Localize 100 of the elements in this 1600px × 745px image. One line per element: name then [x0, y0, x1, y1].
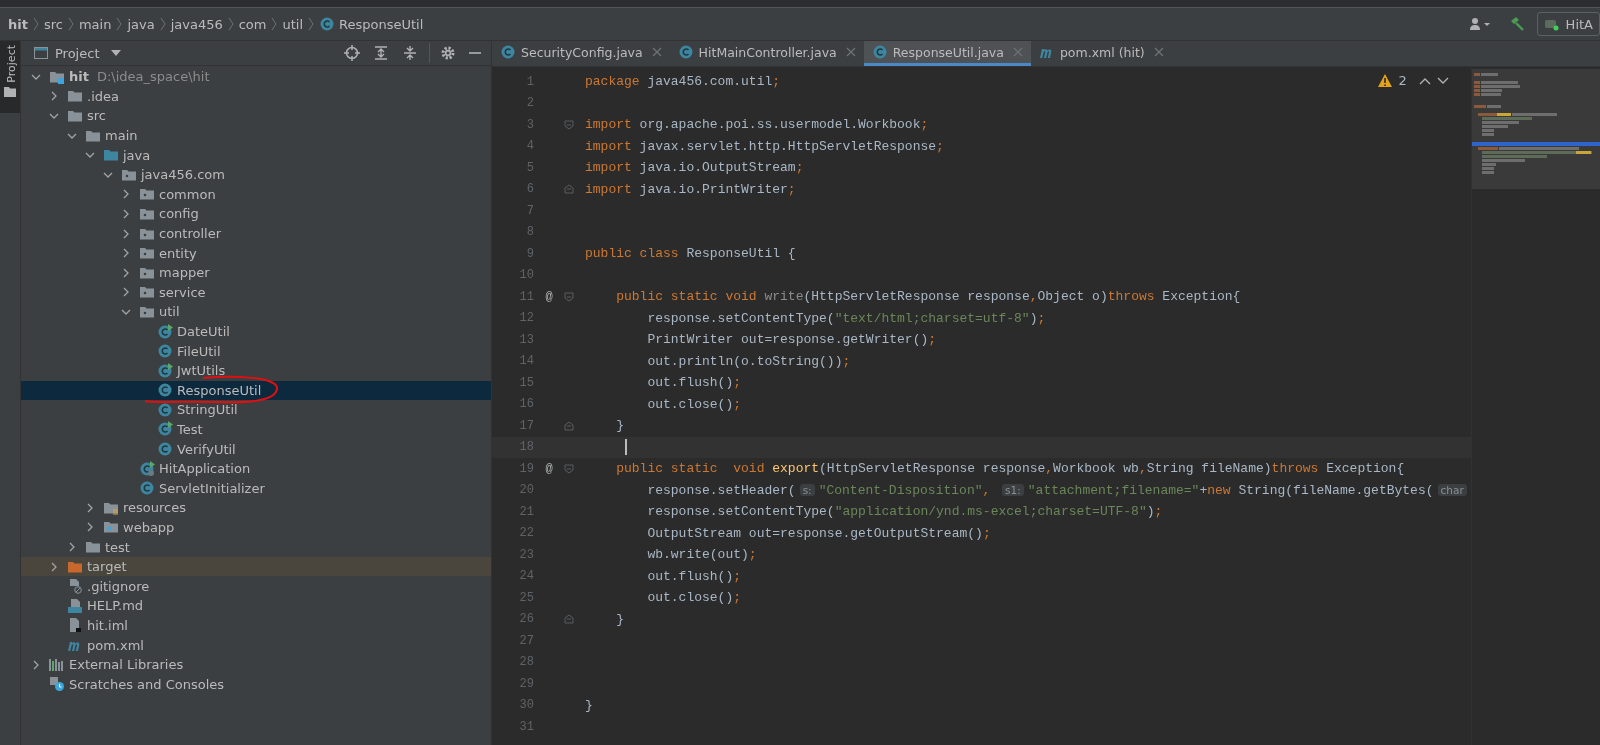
tree-item[interactable]: target — [21, 556, 491, 577]
tree-item[interactable]: HitApplication — [21, 458, 491, 479]
warning-icon — [1378, 74, 1393, 87]
class-icon — [139, 480, 155, 497]
override-marker[interactable]: @ — [545, 289, 553, 304]
runnable-class-icon — [157, 421, 173, 438]
locate-icon — [344, 45, 360, 61]
run-configuration-selector[interactable]: HitA — [1536, 12, 1600, 36]
web-folder-icon — [103, 519, 119, 536]
settings-icon — [440, 45, 456, 61]
module-file-icon — [67, 617, 83, 634]
tree-item[interactable]: HELP.md — [21, 596, 491, 616]
class-icon — [157, 441, 173, 458]
tree-item[interactable]: src — [21, 106, 491, 126]
tree-item[interactable]: hit D:\idea_space\hit — [21, 67, 491, 87]
code-line: out.println(o.toString()); — [646, 353, 851, 369]
editor-tab[interactable]: SecurityConfig.java — [492, 41, 670, 66]
code-line: response.setContentType("text/html;charset=utf-8"); — [646, 310, 1046, 326]
tree-item[interactable]: webapp — [21, 517, 491, 538]
tree-item[interactable]: controller — [21, 223, 491, 244]
line-number: 22 — [518, 526, 534, 541]
tree-item[interactable]: config — [21, 204, 491, 224]
tree-item[interactable]: common — [21, 184, 491, 205]
line-number: 2 — [525, 96, 534, 111]
locate-button[interactable] — [342, 43, 362, 63]
breadcrumb-item[interactable]: hit — [8, 16, 28, 32]
breadcrumb-item[interactable]: ResponseUtil — [319, 16, 424, 32]
code-line: PrintWriter out=response.getWriter(); — [646, 332, 937, 348]
breadcrumb-item[interactable]: java456 — [170, 16, 223, 32]
line-number: 28 — [518, 655, 534, 670]
editor-tab[interactable]: pom.xml (hit) — [1030, 41, 1172, 66]
runnable-class-icon — [157, 362, 173, 379]
chevron-icon — [116, 17, 123, 31]
line-number: 19 — [518, 461, 534, 476]
code-line: package java456.com.util; — [584, 74, 781, 90]
breadcrumb-item[interactable]: main — [78, 16, 112, 32]
tree-item[interactable]: test — [21, 537, 491, 557]
class-icon — [871, 44, 888, 60]
line-number: 1 — [525, 74, 534, 89]
class-icon — [157, 343, 173, 360]
code-line: public static void write(HttpServletResponse response,Object o)throws Exception{ — [615, 289, 1241, 305]
tree-item[interactable]: resources — [21, 498, 491, 518]
tree-item[interactable]: Test — [21, 419, 491, 440]
code-line: out.close(); — [646, 590, 742, 606]
tree-item[interactable]: ServletInitializer — [21, 478, 491, 499]
tree-item[interactable]: FileUtil — [21, 341, 491, 361]
breadcrumb-item[interactable]: util — [282, 16, 304, 32]
tree-item[interactable]: DateUtil — [21, 321, 491, 342]
tree-item[interactable]: main — [21, 125, 491, 146]
tree-item[interactable]: entity — [21, 243, 491, 263]
tree-item[interactable]: util — [21, 302, 491, 322]
class-icon — [677, 44, 694, 60]
code-line: OutputStream out=response.getOutputStream(); — [646, 525, 991, 541]
tree-item[interactable]: StringUtil — [21, 400, 491, 420]
tree-item[interactable]: mapper — [21, 262, 491, 283]
code-line: } — [615, 611, 624, 627]
tree-item[interactable]: java — [21, 145, 491, 165]
line-number: 31 — [518, 719, 534, 734]
line-number: 30 — [518, 698, 534, 713]
breadcrumb-item[interactable]: java — [127, 16, 155, 32]
class-icon — [157, 401, 173, 418]
editor-tab[interactable]: ResponseUtil.java — [863, 41, 1031, 66]
code-line: } — [615, 418, 624, 434]
chevron-icon — [32, 17, 39, 31]
tree-item[interactable]: pom.xml — [21, 635, 491, 655]
user-icon — [1468, 17, 1493, 31]
minimize-button[interactable] — [467, 50, 483, 56]
code-line: response.setHeader( s: "Content-Disposition", s1: "attachment;filename="+new String(fileName.getBytes( char — [576, 482, 1471, 498]
line-number: 6 — [525, 182, 534, 197]
close-icon — [845, 47, 856, 57]
line-number: 11 — [518, 289, 534, 304]
tree-item[interactable]: Scratches and Consoles — [21, 674, 491, 694]
code-line: import org.apache.poi.ss.usermodel.Workbook; — [584, 117, 929, 133]
code-line: response.setContentType("application/ynd.ms-excel;charset=UTF-8"); — [646, 504, 1163, 520]
tree-item[interactable]: External Libraries — [21, 654, 491, 675]
project-tool-tab[interactable]: Project — [0, 41, 20, 113]
code-line: out.flush(); — [646, 568, 742, 584]
code-line: out.close(); — [646, 396, 742, 412]
source-folder-icon — [103, 147, 119, 164]
editor-tab[interactable]: HitMainController.java — [669, 41, 864, 66]
tree-item[interactable]: JwtUtils — [21, 360, 491, 381]
line-number: 9 — [525, 246, 534, 261]
line-number: 14 — [518, 354, 534, 369]
breadcrumb-item[interactable]: src — [43, 16, 63, 32]
tree-item[interactable]: hit.iml — [21, 615, 491, 636]
tree-item[interactable]: java456.com — [21, 164, 491, 185]
folder-icon — [67, 108, 83, 124]
override-marker[interactable]: @ — [545, 461, 553, 476]
tree-item[interactable]: .gitignore — [21, 576, 491, 597]
project-view-selector[interactable]: Project — [33, 45, 122, 61]
scratch-file-icon — [49, 676, 65, 693]
line-number: 21 — [518, 504, 534, 519]
tree-item[interactable]: ResponseUtil — [21, 380, 491, 401]
tree-item[interactable]: .idea — [21, 86, 491, 107]
chevron-down-icon — [1436, 76, 1449, 85]
line-number: 20 — [518, 483, 534, 498]
tree-item[interactable]: VerifyUtil — [21, 439, 491, 459]
tree-item[interactable]: service — [21, 282, 491, 303]
breadcrumb-item[interactable]: com — [238, 16, 267, 32]
inspection-widget[interactable]: 2 — [1378, 73, 1449, 88]
